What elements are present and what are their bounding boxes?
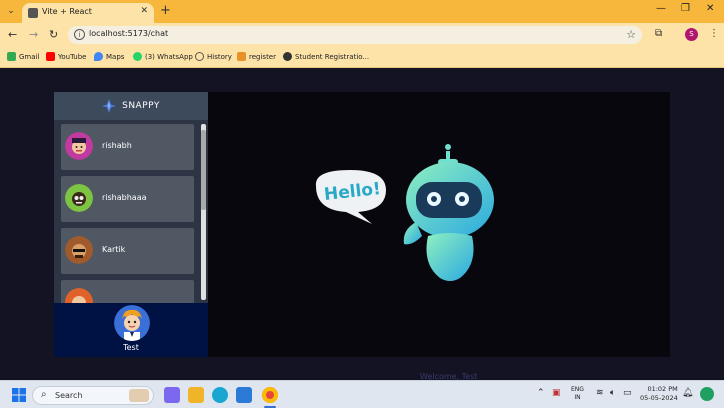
contact-avatar	[65, 288, 93, 303]
gmail-icon	[7, 52, 16, 61]
back-arrow-icon[interactable]: ←	[8, 28, 17, 41]
bookmark-label: Student Registratio...	[295, 52, 370, 61]
bookmarks-bar: Gmail YouTube Maps (3) WhatsApp History …	[0, 47, 724, 68]
contacts-list: rishabh rishabhaaa Kartik	[54, 120, 208, 303]
bookmark-label: Maps	[106, 52, 125, 61]
windows-start-icon[interactable]	[12, 388, 26, 402]
browser-toolbar: ← → ↻ i localhost:5173/chat ☆ ⧉ S ⋮	[0, 23, 724, 47]
vscode-icon[interactable]	[236, 387, 252, 403]
contact-avatar	[65, 236, 93, 264]
tab-favicon-icon	[28, 8, 38, 18]
bookmark-star-icon[interactable]: ☆	[626, 28, 636, 41]
contact-item[interactable]: rishabhaaa	[61, 176, 194, 222]
whatsapp-icon	[133, 52, 142, 61]
site-info-icon[interactable]: i	[74, 29, 85, 40]
language-region: IN	[574, 394, 581, 401]
edge-icon[interactable]	[212, 387, 228, 403]
contacts-sidebar: SNAPPY rishabh rishabhaaa Kartik Test	[54, 92, 208, 357]
globe-icon	[283, 52, 292, 61]
windows-taskbar: ⌕ Search ⌃ ▣ ENG IN ≋ 🔈︎ ▭ 01:02 PM 05-0…	[0, 380, 724, 408]
forward-arrow-icon[interactable]: →	[29, 28, 38, 41]
copilot-icon[interactable]	[700, 387, 714, 401]
current-user-panel: Test	[54, 303, 208, 357]
notification-bell-icon[interactable]: 🔔︎	[682, 388, 693, 398]
brand-name: SNAPPY	[122, 101, 160, 111]
bookmark-label: register	[249, 52, 276, 61]
welcome-panel: Hello!	[208, 92, 670, 357]
history-clock-icon	[195, 52, 204, 61]
tray-app-icon[interactable]: ▣	[552, 388, 561, 398]
scrollbar-thumb[interactable]	[201, 130, 206, 210]
tray-overflow-chevron-icon[interactable]: ⌃	[537, 388, 545, 398]
youtube-icon	[46, 52, 55, 61]
reload-icon[interactable]: ↻	[49, 28, 58, 41]
search-icon: ⌕	[41, 389, 47, 400]
taskbar-search[interactable]: ⌕ Search	[32, 386, 154, 405]
contact-item[interactable]: rishabh	[61, 124, 194, 170]
bookmark-maps[interactable]: Maps	[94, 52, 124, 61]
system-clock[interactable]: 01:02 PM 05-05-2024	[640, 385, 678, 403]
address-bar[interactable]: i localhost:5173/chat ☆	[68, 26, 642, 44]
maps-pin-icon	[94, 52, 103, 61]
bookmark-youtube[interactable]: YouTube	[46, 52, 86, 61]
contact-avatar	[65, 184, 93, 212]
current-user-avatar	[114, 305, 150, 341]
extensions-puzzle-icon[interactable]: ⧉	[655, 28, 662, 39]
close-tab-icon[interactable]: ✕	[140, 6, 148, 16]
bookmark-whatsapp[interactable]: (3) WhatsApp	[133, 52, 193, 61]
bookmark-gmail[interactable]: Gmail	[7, 52, 39, 61]
bookmark-label: (3) WhatsApp	[145, 52, 193, 61]
close-window-icon[interactable]: ✕	[706, 3, 714, 14]
current-user-name: Test	[123, 343, 139, 352]
brand-header: SNAPPY	[54, 92, 208, 120]
file-explorer-icon[interactable]	[188, 387, 204, 403]
search-highlight-art-icon	[129, 389, 149, 402]
bookmark-label: YouTube	[58, 52, 87, 61]
search-placeholder: Search	[55, 391, 83, 400]
browser-tab[interactable]: Vite + React ✕	[22, 3, 154, 23]
volume-icon[interactable]: 🔈︎	[610, 388, 615, 398]
contacts-scrollbar[interactable]	[201, 124, 206, 300]
bookmark-label: History	[207, 52, 232, 61]
bookmark-student-registration[interactable]: Student Registratio...	[283, 52, 369, 61]
clock-date: 05-05-2024	[640, 394, 678, 402]
contact-item[interactable]: Kartik	[61, 228, 194, 274]
register-icon	[237, 52, 246, 61]
chrome-icon[interactable]	[262, 387, 278, 403]
address-url[interactable]: localhost:5173/chat	[89, 29, 168, 38]
new-tab-plus-icon[interactable]: +	[160, 3, 171, 18]
snappy-logo-icon	[102, 99, 117, 113]
contact-name: rishabhaaa	[102, 193, 147, 202]
tab-search-chevron-icon[interactable]: ⌄	[4, 4, 18, 18]
contact-avatar	[65, 132, 93, 160]
contact-name: Kartik	[102, 245, 126, 254]
browser-menu-icon[interactable]: ⋮	[709, 28, 719, 39]
browser-tab-bar: ⌄ Vite + React ✕ + — ❐ ✕	[0, 0, 724, 23]
restore-window-icon[interactable]: ❐	[681, 3, 690, 14]
language-indicator[interactable]: ENG IN	[571, 386, 584, 402]
bookmark-history[interactable]: History	[195, 52, 232, 61]
contact-name: rishabh	[102, 141, 132, 150]
contact-item[interactable]	[61, 280, 194, 303]
clock-time: 01:02 PM	[647, 385, 678, 393]
language-code: ENG	[571, 386, 584, 393]
teams-icon[interactable]	[164, 387, 180, 403]
profile-avatar[interactable]: S	[685, 28, 698, 41]
minimize-window-icon[interactable]: —	[656, 3, 666, 14]
bookmark-register[interactable]: register	[237, 52, 276, 61]
bookmark-label: Gmail	[19, 52, 40, 61]
robot-hello-illustration	[315, 144, 494, 281]
battery-icon[interactable]: ▭	[623, 388, 632, 398]
tab-title: Vite + React	[42, 7, 92, 16]
wifi-icon[interactable]: ≋	[596, 388, 604, 398]
